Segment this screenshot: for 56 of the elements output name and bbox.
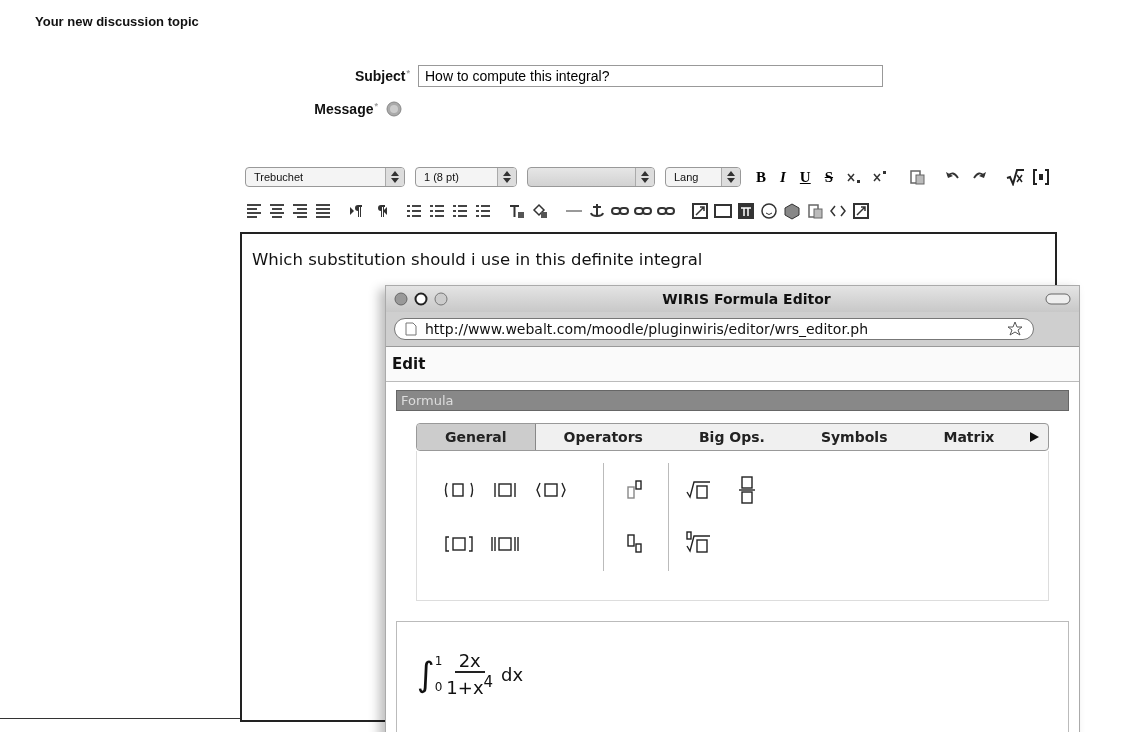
paste-word-icon[interactable] xyxy=(806,202,824,220)
paste-icon[interactable] xyxy=(908,168,927,186)
justify-icon[interactable] xyxy=(314,202,332,220)
indent-icon[interactable] xyxy=(474,202,492,220)
zoom-icon[interactable] xyxy=(434,292,448,306)
next-arrow-icon[interactable] xyxy=(1028,431,1040,443)
format-button[interactable]: S xyxy=(819,168,839,186)
stepper-icon xyxy=(640,170,650,184)
help-icon[interactable] xyxy=(386,101,402,117)
fullscreen-icon[interactable] xyxy=(852,202,870,220)
form-heading: Your new discussion topic xyxy=(34,13,199,30)
pi-icon[interactable] xyxy=(737,202,755,220)
text-color-icon[interactable] xyxy=(508,202,526,220)
star-icon[interactable] xyxy=(1007,321,1023,337)
required-mark: * xyxy=(374,101,378,111)
window-title: WIRIS Formula Editor xyxy=(661,291,832,307)
format-button[interactable]: I xyxy=(775,168,791,186)
toolbar-toggle-icon[interactable] xyxy=(1045,292,1071,306)
message-label: Message xyxy=(314,101,374,117)
message-text: Which substitution should i use in this definite integral xyxy=(251,249,703,269)
palette-tab[interactable]: Operators xyxy=(535,424,671,450)
subject-label: Subject xyxy=(354,68,406,84)
align-center-icon[interactable] xyxy=(268,202,286,220)
cube-icon[interactable] xyxy=(783,202,801,220)
subject-field[interactable]: How to compute this integral? xyxy=(418,65,883,87)
required-mark: * xyxy=(406,68,410,78)
stepper-icon xyxy=(502,170,512,184)
outdent-icon[interactable] xyxy=(451,202,469,220)
page-icon xyxy=(405,322,417,336)
palette-tab[interactable]: Matrix xyxy=(915,424,1023,450)
smiley-icon[interactable] xyxy=(760,202,778,220)
dropdown[interactable]: Lang xyxy=(665,167,741,187)
align-left-icon[interactable] xyxy=(245,202,263,220)
image-icon[interactable] xyxy=(691,202,709,220)
format-button[interactable]: B xyxy=(751,168,771,186)
menu-item[interactable]: Edit xyxy=(392,355,426,373)
stepper-icon xyxy=(390,170,400,184)
align-right-icon[interactable] xyxy=(291,202,309,220)
numbered-list-icon[interactable] xyxy=(405,202,423,220)
minimize-icon[interactable] xyxy=(414,292,428,306)
format-button[interactable]: U xyxy=(794,168,816,186)
dropdown[interactable]: 1 (8 pt) xyxy=(415,167,517,187)
stepper-icon xyxy=(726,170,736,184)
bullet-list-icon[interactable] xyxy=(428,202,446,220)
dropdown[interactable]: Trebuchet xyxy=(245,167,405,187)
background-color-icon[interactable] xyxy=(531,202,549,220)
palette-tab[interactable]: General xyxy=(417,424,536,450)
address-field[interactable]: http://www.webalt.com/moodle/pluginwiris/editor/wrs_editor.ph xyxy=(394,318,1034,340)
anchor-icon[interactable] xyxy=(588,202,606,220)
panel-header: Formula xyxy=(396,390,1069,411)
table-icon[interactable] xyxy=(714,202,732,220)
palette-tab[interactable]: Big Ops. xyxy=(670,424,793,450)
brackets-icon[interactable] xyxy=(1032,168,1051,186)
square-root-icon[interactable] xyxy=(1006,168,1025,186)
close-icon[interactable] xyxy=(394,292,408,306)
palette-tab[interactable]: Symbols xyxy=(792,424,916,450)
